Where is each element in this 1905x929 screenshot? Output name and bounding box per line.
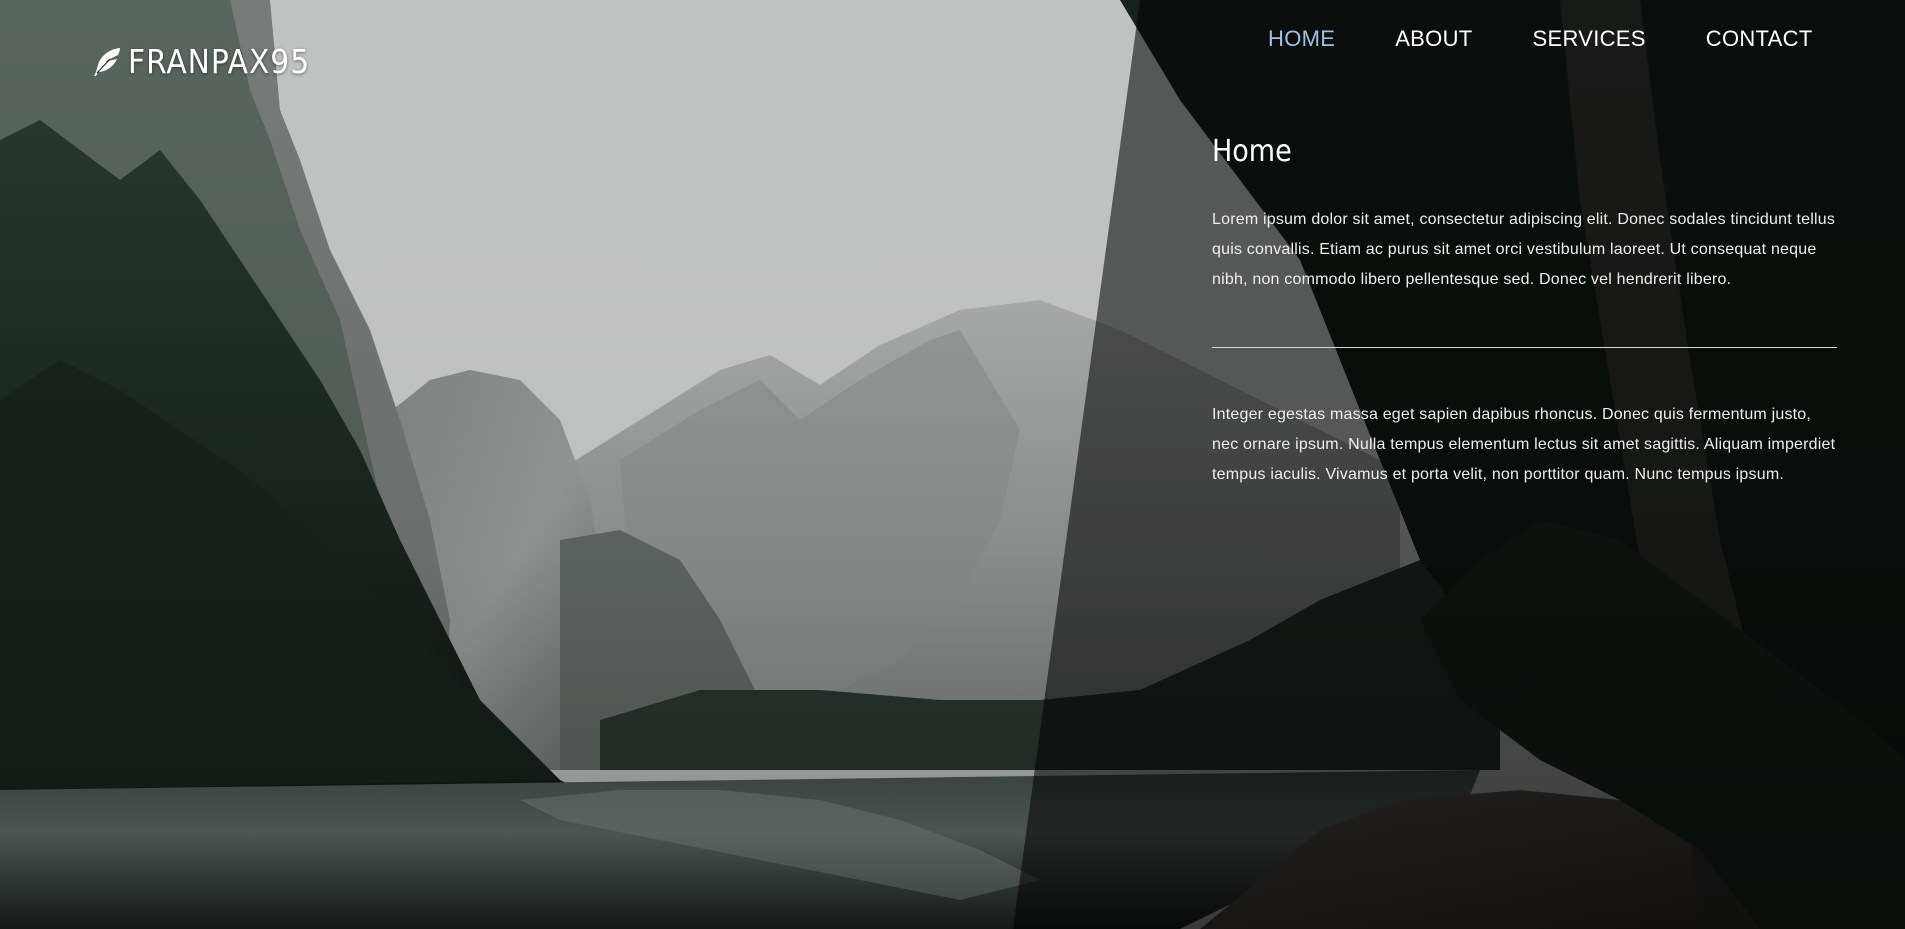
nav-item-about[interactable]: ABOUT bbox=[1395, 24, 1472, 54]
intro-paragraph: Lorem ipsum dolor sit amet, consectetur … bbox=[1212, 211, 1836, 288]
content-divider bbox=[1212, 347, 1837, 348]
main-nav: HOME ABOUT SERVICES CONTACT bbox=[1268, 24, 1813, 54]
brand-name: FRANPAX95 bbox=[128, 42, 311, 81]
landing-page: FRANPAX95 HOME ABOUT SERVICES CONTACT Ho… bbox=[0, 0, 1905, 929]
content-section: Home Lorem ipsum dolor sit amet, consect… bbox=[1212, 134, 1837, 490]
page-title: Home bbox=[1212, 134, 1292, 169]
nav-item-home[interactable]: HOME bbox=[1268, 24, 1335, 54]
nav-item-services[interactable]: SERVICES bbox=[1533, 24, 1646, 54]
feather-icon bbox=[94, 47, 120, 76]
secondary-paragraph: Integer egestas massa eget sapien dapibu… bbox=[1212, 406, 1836, 483]
nav-item-contact[interactable]: CONTACT bbox=[1706, 24, 1813, 54]
brand-logo[interactable]: FRANPAX95 bbox=[90, 42, 310, 81]
